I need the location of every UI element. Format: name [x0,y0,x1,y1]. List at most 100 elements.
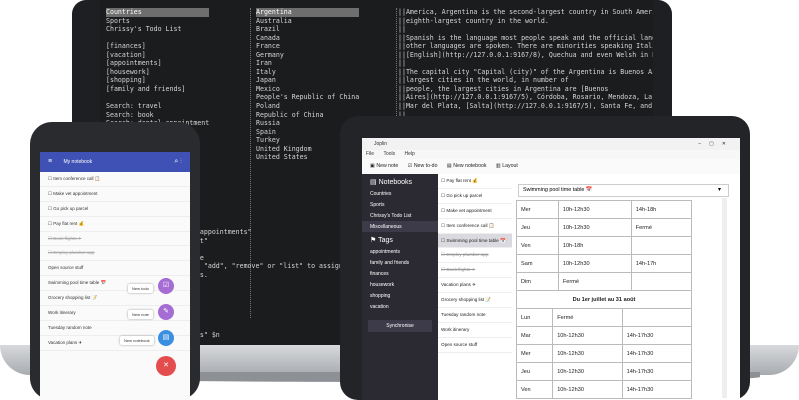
list-item[interactable]: Open source stuff [40,261,190,277]
terminal-notebook-item[interactable]: [finances] [106,42,209,51]
note-list-item[interactable]: ☐ Pay flat rent 💰 [438,174,512,189]
list-item[interactable]: ☐ Employ plumber app [40,246,190,262]
new-todo-button[interactable]: ☑ New to-do [408,163,438,169]
list-item[interactable]: ☐ Pay flat rent 💰 [40,217,190,232]
terminal-notebook-item[interactable]: [shopping] [106,76,209,85]
terminal-console-line [188,245,355,254]
joplin-desktop-window: Joplin –▢✕ File Tools Help ▣ New note ☑ … [362,138,740,400]
table-cell: 14h-18h [630,200,693,219]
sidebar-tag[interactable]: housework [362,279,438,290]
terminal-notebook-item[interactable]: [family and friends] [106,85,209,94]
synchronise-button[interactable]: Synchronise [368,320,432,332]
terminal-notebook-item[interactable]: Sports [106,17,209,26]
terminal-notebook-item[interactable]: [vacation] [106,51,209,60]
new-notebook-chip[interactable]: New notebook [120,336,154,345]
terminal-console-line: ol appointments" [188,228,252,236]
terminal-notebook-item[interactable]: [housework] [106,68,209,77]
window-controls[interactable]: –▢✕ [698,138,734,150]
terminal-note-item[interactable]: Mexico [256,85,359,94]
terminal-note-item[interactable]: Italy [256,68,359,77]
sidebar-tag[interactable]: vacation [362,301,438,312]
note-list-item[interactable]: ☐ Book flights ✈ [438,263,512,279]
terminal-notebook-item[interactable]: Chrissy's Todo List [106,25,209,34]
note-list-item[interactable]: Tuesday random note [438,308,512,323]
new-note-chip[interactable]: New note [128,310,153,319]
list-item[interactable]: ☐ Item conference call 📋 [40,172,190,187]
table-cell: 10h-12h30 [557,218,632,237]
menu-help[interactable]: Help [405,151,415,157]
new-note-button[interactable]: ▣ New note [370,163,398,169]
table-cell: Fermé [552,308,623,327]
terminal-note-item[interactable]: Argentina [256,8,360,17]
new-notebook-fab[interactable]: ▤ [158,330,174,346]
note-list-item[interactable]: Vacation plans ✈ [438,278,512,294]
table-cell: Dim [516,272,559,291]
table-cell: 10h-18h [557,236,632,255]
table-cell: Jeu [516,218,559,237]
new-todo-fab[interactable]: ☑ [158,278,174,294]
notebooks-header: ▤ Notebooks [370,179,413,186]
terminal-line-body: ||The capital city "Capital (city)" of t… [398,67,653,76]
note-list-item[interactable]: ☐ Item conference call 📋 [438,219,512,234]
terminal-line-body: ||people, the largest cities in Argentin… [398,84,609,93]
menu-file[interactable]: File [366,151,374,157]
table-cell: 10h-12h30 [552,362,623,381]
terminal-notebook-item[interactable]: Search: book [106,111,209,120]
table-row: Jeu 10h-12h30 14h-17h30 [515,362,693,381]
terminal-note-item[interactable]: Japan [256,76,359,85]
table-row: Jeu 10h-12h30 Fermé [516,218,693,237]
sidebar-notebook[interactable]: Sports [362,199,438,210]
table-cell [630,272,693,291]
table-row: Mar 10h-12h30 14h-17h30 [515,326,693,345]
terminal-notebook-item[interactable] [106,34,209,43]
search-icon[interactable]: ⌕ ⋮ [174,152,182,172]
sidebar-tag[interactable]: family and friends [362,257,438,268]
list-item[interactable]: ☐ Book flights ✈ [40,232,190,247]
note-list-item[interactable]: ☐ Employ plumber app [438,248,512,264]
sidebar-tag[interactable]: appointments [362,246,438,257]
window-title-bar: Joplin –▢✕ [362,138,740,150]
terminal-notebook-item[interactable] [106,93,209,102]
layout-button[interactable]: ▥ Layout [496,163,518,169]
terminal-notebook-list[interactable]: Countries Sports Chrissy's Todo List [fina… [106,8,210,128]
terminal-note-item[interactable]: Germany [256,51,359,60]
table-cell: 14h-17h30 [621,362,693,381]
sidebar-tag[interactable]: shopping [362,290,438,301]
table-cell: 14h-17h30 [621,344,693,363]
terminal-notebook-item[interactable]: Countries [106,8,210,17]
scrollbar[interactable] [722,198,727,398]
close-fab-icon[interactable]: ✕ [156,356,176,376]
terminal-notebook-item[interactable]: Search: travel [106,102,209,111]
note-list-item[interactable]: ☐ Swimming pool time table 📅 [438,233,512,249]
terminal-note-item[interactable]: Canada [256,34,359,43]
terminal-note-item[interactable]: Australia [256,17,359,26]
menu-tools[interactable]: Tools [383,151,395,157]
table-cell: 14h-17h [630,254,693,273]
sidebar-tag[interactable]: finances [362,268,438,279]
menu-icon[interactable]: ≡ [48,158,52,165]
terminal-line-body: ||America, Argentina is the second-large… [398,8,653,16]
terminal-note-item[interactable]: Republic of China [256,111,359,120]
terminal-notebook-item[interactable]: [appointments] [106,59,209,68]
sidebar-notebook[interactable]: Chrissy's Todo List [362,210,438,221]
note-list-item[interactable]: Grocery shopping list 📝 [438,293,512,309]
terminal-note-item[interactable]: Iran [256,59,359,68]
terminal-note-item[interactable]: Brazil [256,25,359,34]
new-note-fab[interactable]: ✎ [158,304,174,320]
sidebar: ▤ Notebooks Countries Sports Chrissy's T… [362,174,438,400]
chevron-down-icon[interactable]: ▾ [718,186,721,193]
note-list-item[interactable]: Work itinerary [438,323,512,338]
new-notebook-button[interactable]: ▤ New notebook [447,163,487,169]
terminal-note-item[interactable]: Poland [256,102,359,111]
terminal-note-item[interactable]: People's Republic of China [256,93,359,102]
terminal-note-item[interactable]: France [256,42,359,51]
note-title-input[interactable]: Swimming pool time table 📅 [518,184,729,197]
note-list-item[interactable]: Open source stuff [438,338,512,353]
sidebar-notebook-selected[interactable]: Miscellaneous [362,221,438,232]
note-list-item[interactable]: ☐ Go pick up parcel [438,189,512,204]
sidebar-notebook[interactable]: Countries [362,188,438,199]
list-item[interactable]: ☐ Go pick up parcel [40,202,190,217]
note-list-item[interactable]: ☐ Make vet appointment [438,204,512,219]
list-item[interactable]: ☐ Make vet appointment [40,187,190,202]
new-todo-chip[interactable]: New todo [128,284,153,293]
